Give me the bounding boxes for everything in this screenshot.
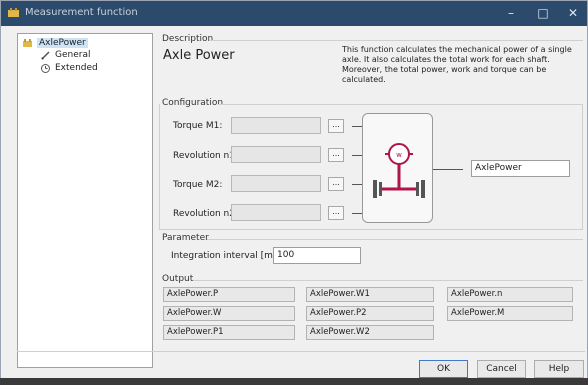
connector-n2	[352, 213, 362, 214]
output-field-axlepower-p[interactable]: AxlePower.P	[163, 287, 295, 302]
output-section-label: Output	[162, 274, 194, 284]
navigation-tree: AxlePower General Extended	[17, 33, 153, 368]
output-field-axlepower-w[interactable]: AxlePower.W	[163, 306, 295, 321]
taskbar-strip	[0, 378, 588, 385]
cancel-button[interactable]: Cancel	[477, 360, 526, 378]
axle-power-icon: w	[373, 143, 425, 198]
output-name-field[interactable]: AxlePower	[471, 160, 570, 177]
close-button[interactable]: ✕	[559, 3, 587, 23]
torque-m2-label: Torque M2:	[173, 180, 223, 190]
connector-m1	[352, 126, 362, 127]
tree-item-extended[interactable]: Extended	[40, 62, 98, 74]
torque-m2-browse-button[interactable]: ...	[328, 177, 344, 191]
connector-n1	[352, 155, 362, 156]
tree-item-label: AxlePower	[37, 38, 88, 48]
torque-m1-label: Torque M1:	[173, 121, 223, 131]
tree-item-label: General	[55, 50, 91, 60]
svg-text:w: w	[396, 151, 402, 159]
axle-function-icon	[23, 38, 32, 47]
revolution-n1-label: Revolution n1:	[173, 151, 238, 161]
parameter-divider	[207, 239, 583, 240]
maximize-button[interactable]: □	[529, 3, 557, 23]
torque-m1-field[interactable]	[231, 117, 321, 134]
tree-item-general[interactable]: General	[40, 49, 90, 61]
app-icon	[8, 8, 19, 17]
revolution-n2-field[interactable]	[231, 204, 321, 221]
output-field-axlepower-m[interactable]: AxlePower.M	[447, 306, 573, 321]
output-field-axlepower-p1[interactable]: AxlePower.P1	[163, 325, 295, 340]
output-field-axlepower-p2[interactable]: AxlePower.P2	[306, 306, 434, 321]
output-field-axlepower-w2[interactable]: AxlePower.W2	[306, 325, 434, 340]
integration-interval-field[interactable]: 100	[273, 247, 361, 264]
integration-interval-label: Integration interval [ms]:	[171, 251, 285, 261]
axle-diagram: w	[362, 113, 433, 223]
parameter-section-label: Parameter	[162, 233, 209, 243]
function-name: Axle Power	[163, 48, 235, 63]
clock-icon	[41, 63, 50, 73]
pencil-icon	[41, 50, 50, 60]
footer-divider	[17, 351, 585, 352]
configuration-divider	[218, 104, 583, 105]
tree-item-label: Extended	[55, 63, 98, 73]
tree-item-axlepower[interactable]: AxlePower	[22, 37, 88, 49]
revolution-n1-browse-button[interactable]: ...	[328, 148, 344, 162]
revolution-n2-browse-button[interactable]: ...	[328, 206, 344, 220]
description-divider	[209, 40, 583, 41]
ok-button[interactable]: OK	[419, 360, 468, 378]
connector-output	[433, 169, 463, 170]
function-description: This function calculates the mechanical …	[342, 45, 572, 84]
output-field-axlepower-n[interactable]: AxlePower.n	[447, 287, 573, 302]
revolution-n2-label: Revolution n2:	[173, 209, 238, 219]
torque-m1-browse-button[interactable]: ...	[328, 119, 344, 133]
window-title: Measurement function	[25, 7, 138, 18]
revolution-n1-field[interactable]	[231, 146, 321, 163]
minimize-button[interactable]: –	[497, 3, 525, 23]
output-divider	[193, 280, 583, 281]
output-field-axlepower-w1[interactable]: AxlePower.W1	[306, 287, 434, 302]
description-section-label: Description	[162, 34, 214, 44]
measurement-function-window: Measurement function – □ ✕ AxlePower Gen…	[0, 0, 588, 380]
connector-m2	[352, 184, 362, 185]
title-bar[interactable]: Measurement function – □ ✕	[1, 1, 587, 26]
help-button[interactable]: Help	[534, 360, 584, 378]
torque-m2-field[interactable]	[231, 175, 321, 192]
